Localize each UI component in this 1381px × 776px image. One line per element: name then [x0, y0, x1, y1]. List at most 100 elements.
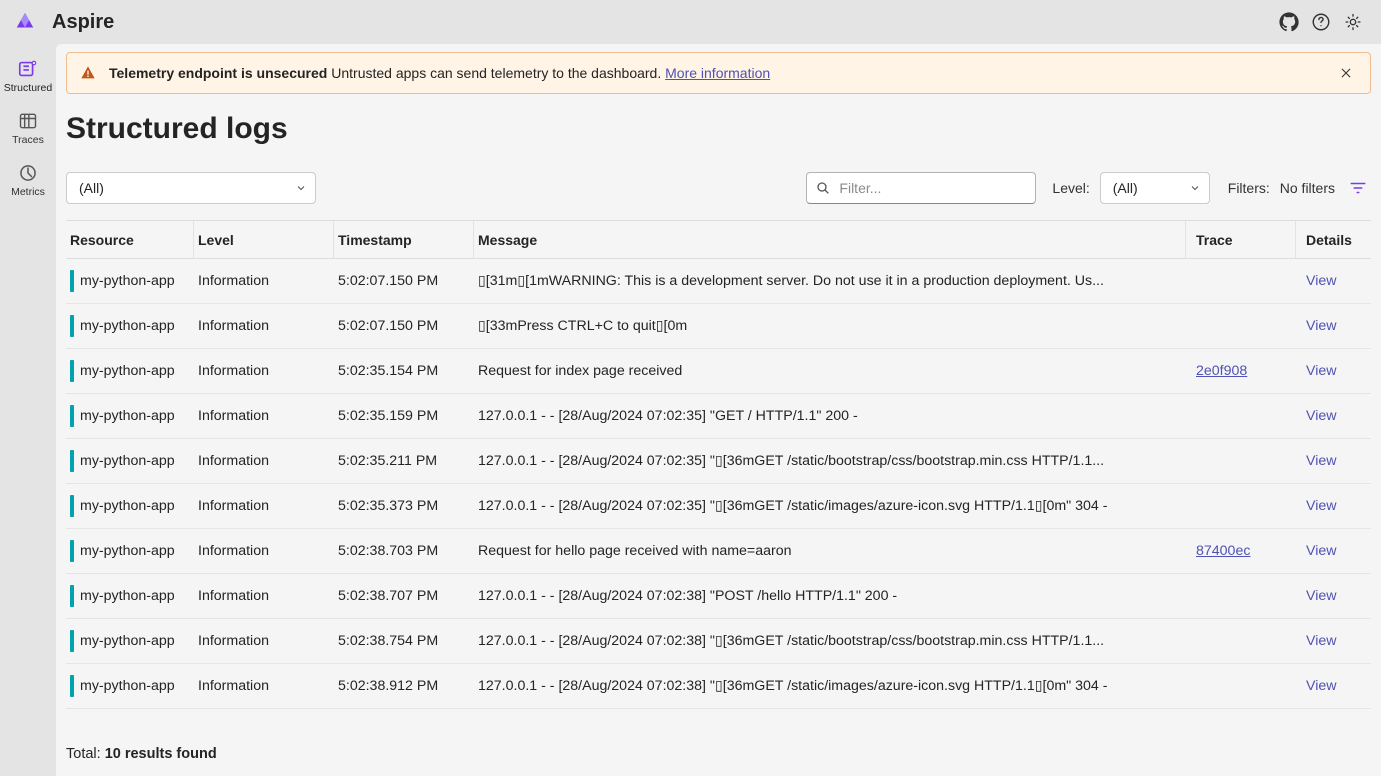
resource-cell: my-python-app — [66, 270, 194, 292]
details-cell: View — [1296, 408, 1371, 424]
details-cell: View — [1296, 453, 1371, 469]
github-icon[interactable] — [1273, 6, 1305, 38]
chevron-down-icon — [295, 182, 307, 194]
timestamp-cell: 5:02:07.150 PM — [334, 318, 474, 334]
table-row[interactable]: my-python-appInformation5:02:07.150 PM▯[… — [66, 259, 1371, 304]
table-row[interactable]: my-python-appInformation5:02:35.154 PMRe… — [66, 349, 1371, 394]
details-cell: View — [1296, 498, 1371, 514]
structured-icon — [17, 58, 39, 80]
view-link[interactable]: View — [1306, 588, 1337, 604]
level-cell: Information — [194, 273, 334, 289]
banner-text: Telemetry endpoint is unsecured Untruste… — [109, 65, 770, 81]
timestamp-cell: 5:02:35.154 PM — [334, 363, 474, 379]
sidebar-item-traces[interactable]: Traces — [2, 104, 54, 152]
col-details[interactable]: Details — [1296, 221, 1371, 258]
resource-name: my-python-app — [80, 318, 175, 334]
level-label: Level: — [1052, 180, 1089, 196]
message-cell: 127.0.0.1 - - [28/Aug/2024 07:02:38] "▯[… — [474, 678, 1186, 694]
table-row[interactable]: my-python-appInformation5:02:35.211 PM12… — [66, 439, 1371, 484]
resource-name: my-python-app — [80, 273, 175, 289]
level-cell: Information — [194, 588, 334, 604]
gear-icon[interactable] — [1337, 6, 1369, 38]
table-row[interactable]: my-python-app Information5:02:38.703 PMRe… — [66, 529, 1371, 574]
view-link[interactable]: View — [1306, 543, 1337, 559]
message-cell: 127.0.0.1 - - [28/Aug/2024 07:02:38] "PO… — [474, 588, 1186, 604]
message-cell: Request for hello page received with nam… — [474, 543, 1186, 559]
level-cell: Information — [194, 498, 334, 514]
resource-color-bar — [70, 450, 74, 472]
view-link[interactable]: View — [1306, 273, 1337, 289]
close-icon[interactable] — [1334, 61, 1358, 85]
trace-link[interactable]: 2e0f908 — [1196, 363, 1247, 379]
col-timestamp[interactable]: Timestamp — [334, 221, 474, 258]
resource-name: my-python-app — [80, 543, 175, 559]
table-row[interactable]: my-python-appInformation5:02:35.373 PM12… — [66, 484, 1371, 529]
resource-cell: my-python-app — [66, 495, 194, 517]
traces-icon — [17, 110, 39, 132]
level-cell: Information — [194, 543, 334, 559]
col-message[interactable]: Message — [474, 221, 1186, 258]
trace-cell: 87400ec — [1186, 543, 1296, 559]
logs-table: Resource Level Timestamp Message Trace D… — [66, 220, 1371, 732]
sidebar-item-metrics[interactable]: Metrics — [2, 156, 54, 204]
details-cell: View — [1296, 363, 1371, 379]
table-row[interactable]: my-python-appInformation5:02:07.150 PM▯[… — [66, 304, 1371, 349]
level-cell: Information — [194, 633, 334, 649]
topbar: Aspire — [0, 0, 1381, 44]
sidebar-item-label: Metrics — [11, 186, 45, 198]
view-link[interactable]: View — [1306, 453, 1337, 469]
resource-cell: my-python-app — [66, 675, 194, 697]
resource-name: my-python-app — [80, 498, 175, 514]
message-cell: ▯[31m▯[1mWARNING: This is a development … — [474, 273, 1186, 289]
level-cell: Information — [194, 678, 334, 694]
table-row[interactable]: my-python-appInformation5:02:35.159 PM12… — [66, 394, 1371, 439]
timestamp-cell: 5:02:38.703 PM — [334, 543, 474, 559]
resource-select-value: (All) — [79, 180, 104, 196]
resource-name: my-python-app — [80, 588, 175, 604]
timestamp-cell: 5:02:35.373 PM — [334, 498, 474, 514]
search-field[interactable] — [837, 179, 1027, 197]
details-cell: View — [1296, 678, 1371, 694]
filter-icon[interactable] — [1345, 175, 1371, 201]
help-icon[interactable] — [1305, 6, 1337, 38]
table-header: Resource Level Timestamp Message Trace D… — [66, 221, 1371, 259]
table-footer: Total: 10 results found — [66, 732, 1371, 766]
view-link[interactable]: View — [1306, 678, 1337, 694]
level-select[interactable]: (All) — [1100, 172, 1210, 204]
total-count: 10 results found — [105, 746, 217, 762]
col-resource[interactable]: Resource — [66, 221, 194, 258]
sidebar-item-structured[interactable]: Structured — [2, 52, 54, 100]
sidebar-item-label: Structured — [4, 82, 52, 94]
trace-cell: 2e0f908 — [1186, 363, 1296, 379]
level-cell: Information — [194, 363, 334, 379]
view-link[interactable]: View — [1306, 363, 1337, 379]
table-row[interactable]: my-python-appInformation5:02:38.707 PM12… — [66, 574, 1371, 619]
resource-select[interactable]: (All) — [66, 172, 316, 204]
timestamp-cell: 5:02:38.912 PM — [334, 678, 474, 694]
resource-color-bar — [70, 675, 74, 697]
message-cell: ▯[33mPress CTRL+C to quit▯[0m — [474, 318, 1186, 334]
trace-link[interactable]: 87400ec — [1196, 543, 1250, 559]
resource-name: my-python-app — [80, 453, 175, 469]
col-level[interactable]: Level — [194, 221, 334, 258]
view-link[interactable]: View — [1306, 498, 1337, 514]
filters-label: Filters: — [1228, 180, 1270, 196]
view-link[interactable]: View — [1306, 318, 1337, 334]
message-cell: 127.0.0.1 - - [28/Aug/2024 07:02:35] "GE… — [474, 408, 1186, 424]
resource-name: my-python-app — [80, 633, 175, 649]
view-link[interactable]: View — [1306, 633, 1337, 649]
resource-color-bar — [70, 630, 74, 652]
warning-banner: Telemetry endpoint is unsecured Untruste… — [66, 52, 1371, 94]
banner-link[interactable]: More information — [665, 65, 770, 81]
col-trace[interactable]: Trace — [1186, 221, 1296, 258]
table-row[interactable]: my-python-appInformation5:02:38.912 PM12… — [66, 664, 1371, 709]
warning-icon — [79, 64, 97, 82]
timestamp-cell: 5:02:35.159 PM — [334, 408, 474, 424]
table-row[interactable]: my-python-appInformation5:02:38.754 PM12… — [66, 619, 1371, 664]
view-link[interactable]: View — [1306, 408, 1337, 424]
total-label: Total: — [66, 746, 105, 762]
resource-cell: my-python-app — [66, 315, 194, 337]
filter-bar: (All) Level: (All) — [66, 172, 1371, 204]
metrics-icon — [17, 162, 39, 184]
search-input[interactable] — [806, 172, 1036, 204]
